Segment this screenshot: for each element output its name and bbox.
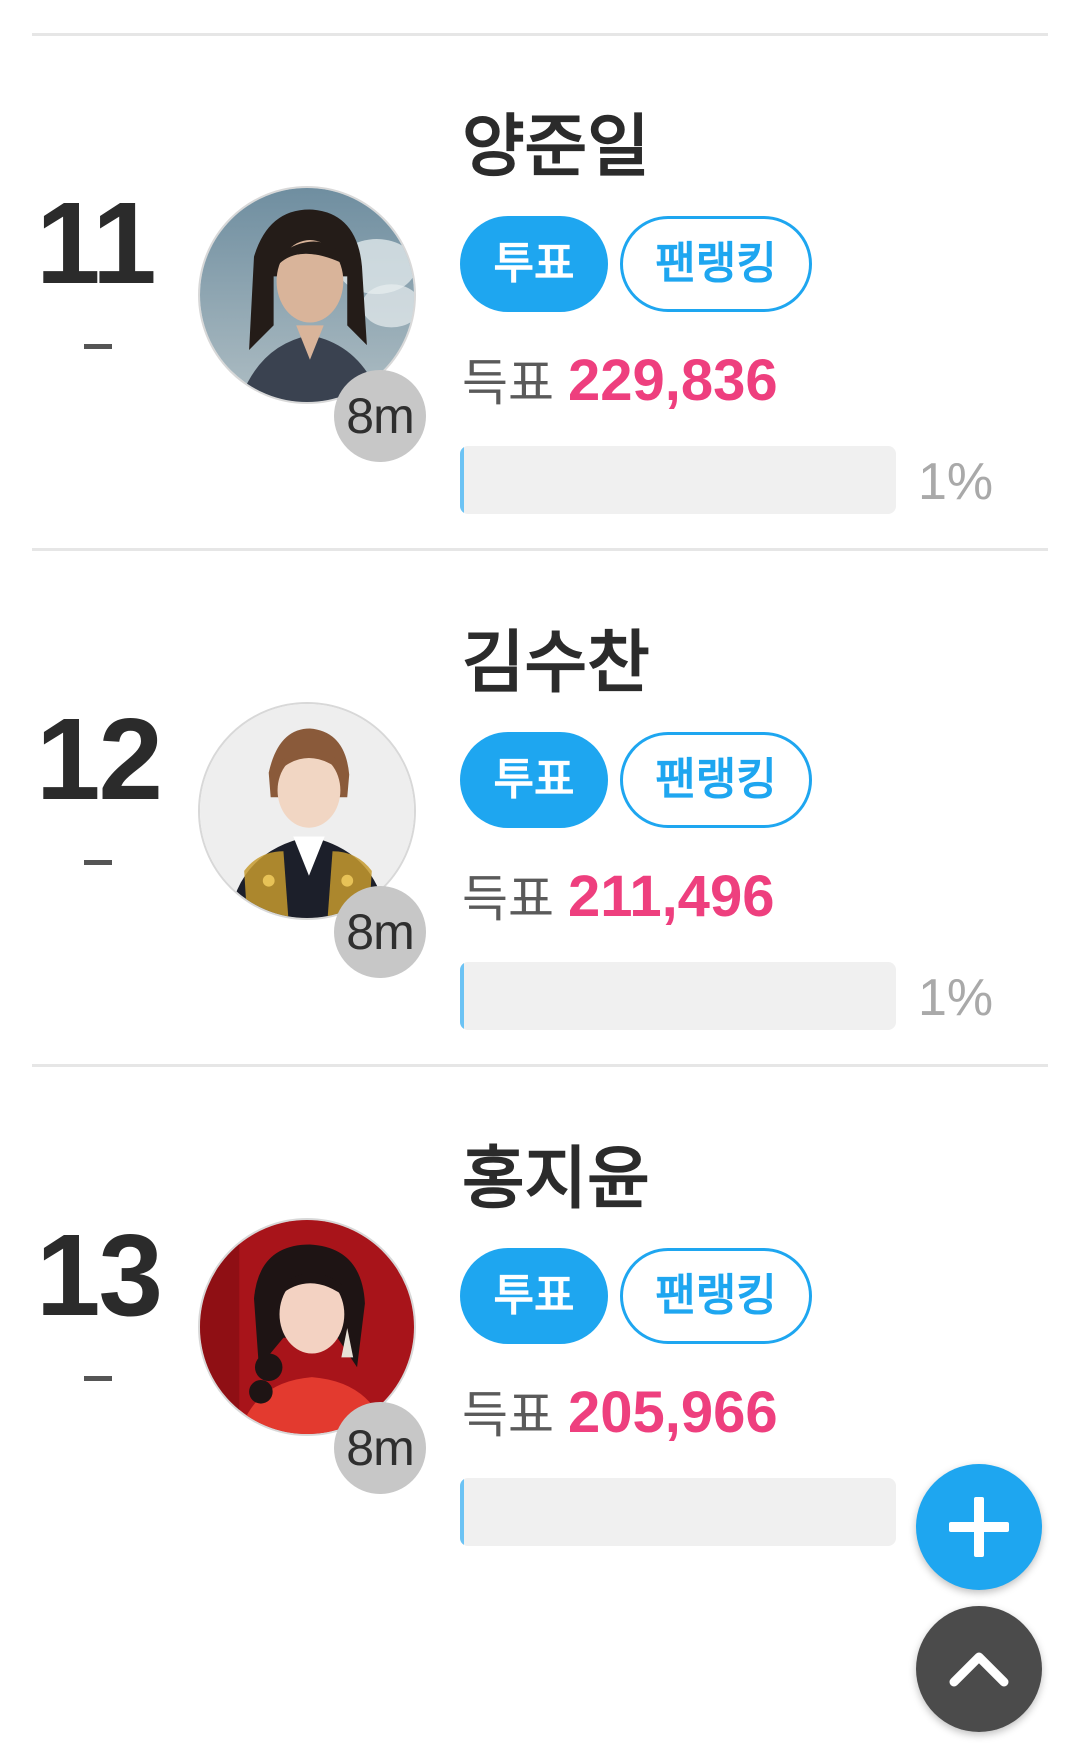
candidate-name: 홍지윤: [462, 1140, 650, 1219]
rank-entry-11: 11 8m 양준일 투표 팬랭킹 득표 229,836 1%: [0, 0, 1080, 578]
time-badge: 8m: [334, 886, 426, 978]
votes-row: 득표 211,496: [462, 862, 774, 946]
rank-number: 12: [36, 694, 163, 824]
scroll-to-top-button[interactable]: [916, 1606, 1042, 1732]
time-badge: 8m: [334, 1402, 426, 1494]
votes-row: 득표 205,966: [462, 1378, 778, 1462]
chevron-up-icon: [949, 1652, 1009, 1687]
rank-change-indicator: [84, 860, 112, 865]
ranking-page: 11 8m 양준일 투표 팬랭킹 득표 229,836 1% 12 8m 김수찬…: [0, 0, 1080, 1759]
time-badge: 8m: [334, 370, 426, 462]
votes-row: 득표 229,836: [462, 346, 778, 430]
add-button[interactable]: [916, 1464, 1042, 1590]
fan-ranking-button[interactable]: 팬랭킹: [620, 732, 812, 828]
vote-share-fill: [460, 1478, 465, 1546]
candidate-name: 양준일: [462, 108, 650, 187]
fan-ranking-button[interactable]: 팬랭킹: [620, 216, 812, 312]
rank-number: 11: [36, 178, 157, 308]
vote-share-percent: 1%: [918, 969, 994, 1027]
votes-count: 211,496: [568, 864, 775, 929]
rank-change-indicator: [84, 1376, 112, 1381]
rank-change-indicator: [84, 344, 112, 349]
candidate-name: 김수찬: [462, 624, 650, 703]
vote-button[interactable]: 투표: [460, 216, 608, 312]
vote-share-percent: 1%: [918, 453, 994, 511]
rank-number: 13: [36, 1210, 163, 1340]
vote-button[interactable]: 투표: [460, 1248, 608, 1344]
vote-share-bar: [460, 446, 896, 514]
vote-share-bar: [460, 962, 896, 1030]
vote-share-fill: [460, 446, 465, 514]
votes-count: 229,836: [568, 348, 778, 413]
votes-label: 득표: [462, 870, 554, 928]
plus-icon: [949, 1497, 1009, 1557]
fan-ranking-button[interactable]: 팬랭킹: [620, 1248, 812, 1344]
vote-button[interactable]: 투표: [460, 732, 608, 828]
rank-entry-12: 12 8m 김수찬 투표 팬랭킹 득표 211,496 1%: [0, 516, 1080, 1094]
votes-label: 득표: [462, 354, 554, 412]
vote-share-fill: [460, 962, 465, 1030]
vote-share-bar: [460, 1478, 896, 1546]
votes-label: 득표: [462, 1386, 554, 1444]
votes-count: 205,966: [568, 1380, 778, 1445]
